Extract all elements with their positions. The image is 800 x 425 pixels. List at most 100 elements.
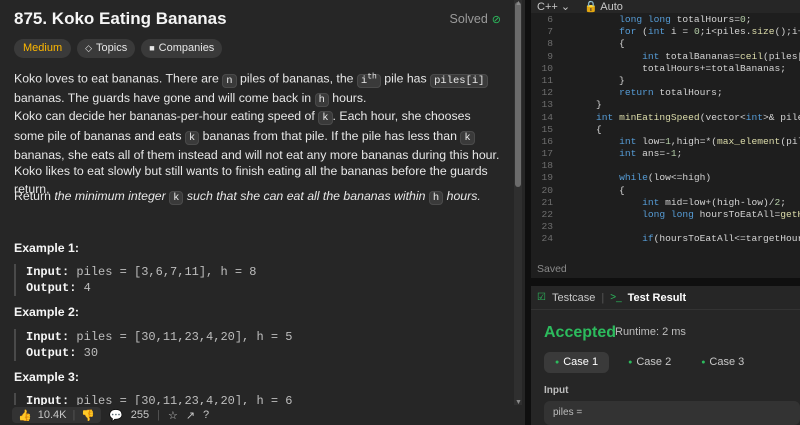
fold-arrow-icon[interactable] xyxy=(559,233,573,245)
fold-arrow-icon[interactable] xyxy=(559,38,573,50)
fold-arrow-icon[interactable] xyxy=(559,185,573,197)
code-line[interactable]: 6 long long totalHours=0; xyxy=(531,14,800,26)
fold-arrow-icon[interactable] xyxy=(559,124,573,136)
case-tab-1[interactable]: ● Case 1 xyxy=(544,352,610,373)
test-panel-tabs: ☑ Testcase | >_ Test Result xyxy=(531,286,800,310)
fold-arrow-icon[interactable] xyxy=(559,221,573,233)
code-lines[interactable]: 6 long long totalHours=0; 7 for (int i = … xyxy=(531,14,800,250)
runtime: Runtime: 2 ms xyxy=(615,326,686,338)
code-line[interactable]: 15 { xyxy=(531,124,800,136)
inline-code: piles[i] xyxy=(430,73,489,88)
fold-arrow-icon[interactable] xyxy=(559,148,573,160)
case-tab-3[interactable]: ● Case 3 xyxy=(690,352,755,373)
fold-arrow-icon[interactable] xyxy=(559,51,573,63)
code-line[interactable]: 13 } xyxy=(531,99,800,111)
fold-arrow-icon[interactable] xyxy=(559,112,573,124)
text: bananas from that pile. If the pile has … xyxy=(199,128,461,143)
input-label: Input: xyxy=(26,330,70,344)
bottom-action-bar: 👍 10.4K | 👎 💬 255 | ☆ ↗ ? xyxy=(0,405,525,425)
fold-arrow-icon[interactable] xyxy=(559,172,573,184)
code-line[interactable]: 16 int low=1,high=*(max_element(piles.be… xyxy=(531,136,800,148)
inline-code: k xyxy=(169,191,184,205)
case-tab-2[interactable]: ● Case 2 xyxy=(617,352,682,373)
verdict: Accepted xyxy=(544,324,617,341)
text: bananas. The guards have gone and will c… xyxy=(14,91,315,105)
tag-icon: ◇ xyxy=(85,43,93,53)
example-1-title: Example 1: xyxy=(14,241,79,255)
fold-arrow-icon[interactable] xyxy=(559,14,573,26)
fold-arrow-icon[interactable] xyxy=(559,26,573,38)
like-count: 10.4K xyxy=(37,409,67,421)
code-line[interactable]: 20 { xyxy=(531,185,800,197)
line-number: 14 xyxy=(541,111,553,123)
code-line[interactable]: 24 if(hoursToEatAll<=targetHours) xyxy=(531,233,800,245)
code-line[interactable]: 11 } xyxy=(531,75,800,87)
problem-title[interactable]: 875. Koko Eating Bananas xyxy=(14,9,227,29)
tab-testcase[interactable]: Testcase xyxy=(552,292,595,304)
fold-arrow-icon[interactable] xyxy=(559,99,573,111)
tab-test-result[interactable]: Test Result xyxy=(628,292,686,304)
code-line[interactable]: 9 int totalBananas=ceil(piles[i]/(dou xyxy=(531,51,800,63)
description-panel: 875. Koko Eating Bananas Solved ⊘ Medium … xyxy=(0,0,525,425)
thumbs-down-icon[interactable]: 👎 xyxy=(81,409,95,422)
code-text: { xyxy=(573,38,625,50)
scrollbar-thumb[interactable] xyxy=(515,2,521,187)
input-value: piles = [30,11,23,4,20], h = 5 xyxy=(76,330,293,344)
test-panel: ☑ Testcase | >_ Test Result Accepted Run… xyxy=(531,286,800,425)
code-line[interactable]: 21 int mid=low+(high-low)/2; xyxy=(531,197,800,209)
code-line[interactable]: 14 int minEatingSpeed(vector<int>& piles… xyxy=(531,112,800,124)
text: hours. xyxy=(328,91,367,105)
topics-button[interactable]: ◇ Topics xyxy=(77,39,136,58)
share-icon[interactable]: ↗ xyxy=(186,409,195,422)
input-section-label: Input xyxy=(544,385,569,396)
description-scrollbar[interactable] xyxy=(514,0,522,408)
comment-count: 255 xyxy=(130,409,150,421)
code-text: return totalHours; xyxy=(619,87,723,99)
line-number: 18 xyxy=(541,160,553,172)
star-icon[interactable]: ☆ xyxy=(168,409,178,422)
code-line[interactable]: 12 return totalHours; xyxy=(531,87,800,99)
fold-arrow-icon[interactable] xyxy=(559,136,573,148)
code-line[interactable]: 17 int ans=-1; xyxy=(531,148,800,160)
editor-header: C++ ⌄ 🔒 Auto xyxy=(531,0,800,13)
lock-icon: ■ xyxy=(149,43,155,53)
code-line[interactable]: 22 long long hoursToEatAll=getHoursToE xyxy=(531,209,800,221)
output-value: 4 xyxy=(83,281,91,295)
scroll-up-arrow-icon[interactable]: ▲ xyxy=(515,0,522,7)
input-value-box[interactable]: piles = xyxy=(544,401,800,425)
code-line[interactable]: 10 totalHours+=totalBananas; xyxy=(531,63,800,75)
fold-arrow-icon[interactable] xyxy=(559,209,573,221)
code-line[interactable]: 19 while(low<=high) xyxy=(531,172,800,184)
input-label: Input: xyxy=(26,265,70,279)
code-text: } xyxy=(573,74,625,86)
companies-button[interactable]: ■ Companies xyxy=(141,39,223,58)
input-value: piles = [3,6,7,11], h = 8 xyxy=(76,265,257,279)
line-number: 8 xyxy=(547,38,553,50)
text: piles of bananas, the xyxy=(236,71,357,86)
fold-arrow-icon[interactable] xyxy=(559,87,573,99)
solved-label: Solved xyxy=(449,12,488,26)
text: Koko can decide her bananas-per-hour eat… xyxy=(14,109,319,123)
code-line[interactable]: 18 xyxy=(531,160,800,172)
difficulty-badge[interactable]: Medium xyxy=(14,39,72,58)
output-value: 30 xyxy=(83,346,99,360)
pass-dot-icon: ● xyxy=(628,359,633,366)
code-line[interactable]: 7 for (int i = 0;i<piles.size();i++) xyxy=(531,26,800,38)
thumbs-up-icon[interactable]: 👍 xyxy=(18,409,32,422)
fold-arrow-icon[interactable] xyxy=(559,63,573,75)
terminal-icon: >_ xyxy=(610,292,622,303)
code-line[interactable]: 8 { xyxy=(531,38,800,50)
fold-arrow-icon[interactable] xyxy=(559,197,573,209)
language-select[interactable]: C++ ⌄ xyxy=(537,0,570,13)
help-icon[interactable]: ? xyxy=(203,409,209,421)
code-text: int totalBananas=ceil(piles[i]/(dou xyxy=(642,50,800,62)
comment-icon[interactable]: 💬 xyxy=(109,409,123,422)
code-line[interactable]: 23 xyxy=(531,221,800,233)
fold-arrow-icon[interactable] xyxy=(559,160,573,172)
pass-dot-icon: ● xyxy=(555,359,560,366)
code-text: if(hoursToEatAll<=targetHours) xyxy=(642,233,800,245)
auto-mode-toggle[interactable]: 🔒 Auto xyxy=(584,0,623,13)
fold-arrow-icon[interactable] xyxy=(559,75,573,87)
code-text: { xyxy=(573,184,625,196)
description-paragraph-2: Koko can decide her bananas-per-hour eat… xyxy=(14,108,504,165)
